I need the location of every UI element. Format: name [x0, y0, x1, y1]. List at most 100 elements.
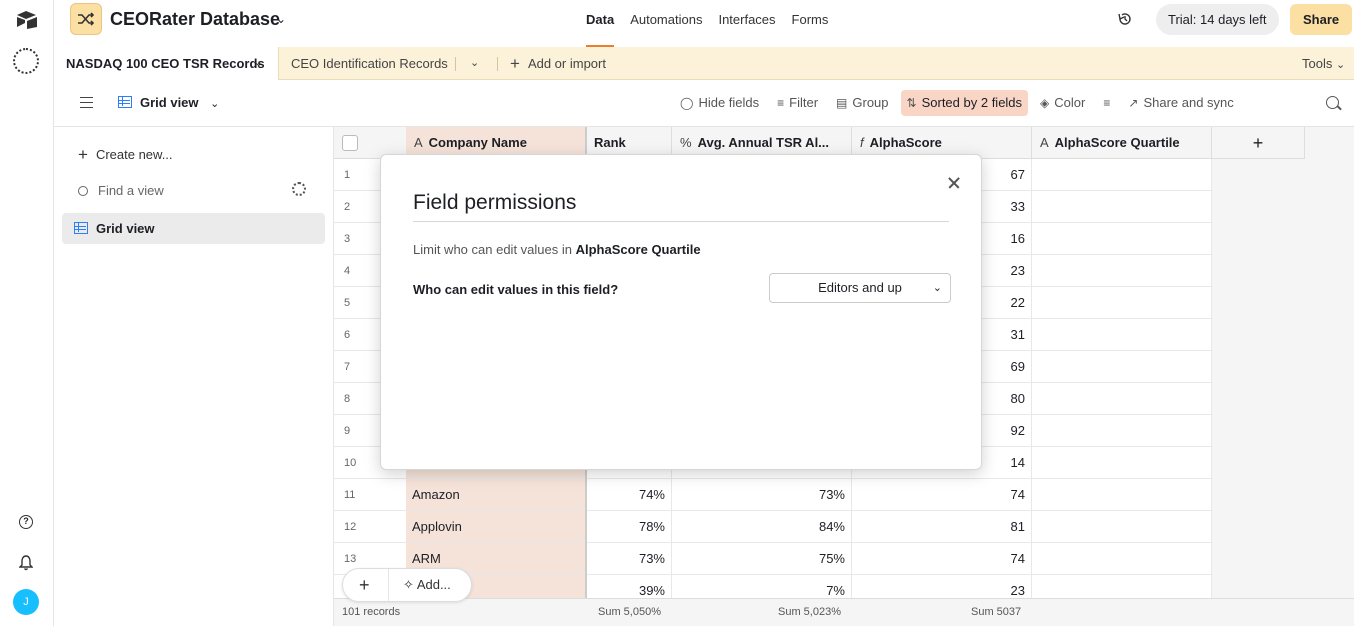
cell-rank[interactable]: 73%	[586, 543, 672, 575]
cell-quartile[interactable]	[1032, 543, 1212, 575]
tools-menu[interactable]: Tools ⌄	[1302, 47, 1345, 82]
bell-icon[interactable]	[19, 555, 33, 571]
sum-rank[interactable]: Sum 5,050%	[598, 599, 661, 625]
nav-forms[interactable]: Forms	[792, 0, 829, 47]
header-label: AlphaScore	[869, 135, 942, 150]
cell-quartile[interactable]	[1032, 223, 1212, 255]
cell-quartile[interactable]	[1032, 287, 1212, 319]
add-record-button[interactable]: +	[359, 569, 370, 601]
percent-icon: %	[680, 135, 692, 150]
divider	[455, 57, 456, 71]
cell-quartile[interactable]	[1032, 191, 1212, 223]
avatar[interactable]: J	[13, 589, 39, 615]
row-number[interactable]: 11	[334, 479, 406, 511]
cell-alphascore[interactable]: 74	[852, 479, 1032, 511]
tools-label: Tools	[1302, 56, 1333, 71]
sort-button[interactable]: ⇅ Sorted by 2 fields	[900, 90, 1029, 116]
cell-quartile[interactable]	[1032, 479, 1212, 511]
table-row[interactable]: 11 Amazon 74% 73% 74	[334, 479, 1212, 511]
nav-interfaces[interactable]: Interfaces	[718, 0, 775, 47]
row-number[interactable]: 12	[334, 511, 406, 543]
select-all-checkbox[interactable]	[342, 135, 358, 151]
filter-button[interactable]: ≡ Filter	[771, 90, 824, 116]
text-field-icon: A	[414, 135, 423, 150]
add-or-import-button[interactable]: + Add or import	[510, 47, 606, 80]
shuffle-icon	[78, 12, 95, 26]
sum-tsr[interactable]: Sum 5,023%	[778, 599, 841, 625]
chevron-down-icon[interactable]: ⌄	[254, 47, 263, 80]
history-icon[interactable]	[1117, 11, 1133, 27]
add-field-button[interactable]: +	[1212, 127, 1305, 159]
help-icon[interactable]: ?	[19, 515, 33, 529]
cell-company[interactable]: Amazon	[406, 479, 586, 511]
chevron-down-icon[interactable]: ⌄	[470, 47, 479, 80]
view-bar: Grid view ⌄ ◯ Hide fields ≡ Filter ▤ Group …	[54, 80, 1354, 127]
cell-tsr[interactable]: 84%	[672, 511, 852, 543]
cell-quartile[interactable]	[1032, 511, 1212, 543]
add-or-import-label: Add or import	[527, 56, 606, 71]
cell-rank[interactable]: 74%	[586, 479, 672, 511]
sort-icon: ⇅	[906, 96, 917, 110]
cell-rank[interactable]: 78%	[586, 511, 672, 543]
workspace-icon[interactable]	[13, 48, 39, 74]
base-icon[interactable]	[70, 3, 102, 35]
row-height-button[interactable]: ≡	[1097, 90, 1116, 116]
add-record-pill: + ✧ Add...	[342, 568, 472, 602]
hamburger-icon[interactable]	[80, 97, 93, 108]
group-button[interactable]: ▤ Group	[830, 90, 894, 116]
nav-data[interactable]: Data	[586, 0, 615, 47]
cell-company[interactable]: Applovin	[406, 511, 586, 543]
close-icon[interactable]	[946, 175, 962, 191]
sum-alphascore[interactable]: Sum 5037	[971, 599, 1021, 625]
find-view-placeholder: Find a view	[98, 183, 164, 198]
divider	[497, 57, 498, 71]
dialog-title: Field permissions	[413, 191, 577, 214]
nav-automations[interactable]: Automations	[630, 0, 702, 47]
cell-quartile[interactable]	[1032, 415, 1212, 447]
cell-alphascore[interactable]: 81	[852, 511, 1032, 543]
cell-tsr[interactable]: 75%	[672, 543, 852, 575]
tab-ceo-identification[interactable]: CEO Identification Records	[291, 47, 448, 80]
header-label: Company Name	[428, 135, 527, 150]
permission-question: Who can edit values in this field?	[413, 282, 619, 297]
cell-quartile[interactable]	[1032, 319, 1212, 351]
cell-quartile[interactable]	[1032, 447, 1212, 479]
filter-icon: ≡	[777, 96, 785, 110]
table-row[interactable]: 12 Applovin 78% 84% 81	[334, 511, 1212, 543]
cell-tsr[interactable]: 73%	[672, 479, 852, 511]
select-value: Editors and up	[818, 280, 902, 295]
cell-alphascore[interactable]: 74	[852, 543, 1032, 575]
plus-icon: +	[510, 54, 520, 73]
tab-nasdaq-records[interactable]: NASDAQ 100 CEO TSR Records ⌄	[54, 47, 279, 81]
column-header-quartile[interactable]: A AlphaScore Quartile	[1032, 127, 1212, 159]
permission-select[interactable]: Editors and up ⌄	[769, 273, 951, 303]
cell-quartile[interactable]	[1032, 383, 1212, 415]
chevron-down-icon: ⌄	[932, 282, 942, 294]
cell-quartile[interactable]	[1032, 255, 1212, 287]
base-name[interactable]: CEORater Database	[110, 9, 280, 30]
gear-icon[interactable]	[292, 182, 306, 196]
add-label: Add...	[416, 577, 451, 592]
share-button[interactable]: Share	[1290, 4, 1353, 35]
chevron-down-icon[interactable]: ⌄	[276, 12, 286, 26]
sidebar-item-grid-view[interactable]: Grid view	[62, 213, 325, 244]
airtable-logo-icon[interactable]	[15, 10, 39, 30]
cell-quartile[interactable]	[1032, 351, 1212, 383]
filter-label: Filter	[789, 95, 819, 110]
search-icon[interactable]	[1326, 96, 1339, 109]
share-sync-button[interactable]: ↗ Share and sync	[1122, 90, 1239, 116]
create-view-button[interactable]: + Create new...	[78, 145, 173, 165]
cell-quartile[interactable]	[1032, 159, 1212, 191]
color-button[interactable]: ◈ Color	[1034, 90, 1091, 116]
header-label: Rank	[594, 135, 626, 150]
search-icon	[78, 186, 88, 196]
header-label: AlphaScore Quartile	[1054, 135, 1180, 150]
description-prefix: Limit who can edit values in	[413, 242, 576, 257]
hide-fields-button[interactable]: ◯ Hide fields	[674, 90, 765, 116]
view-switcher[interactable]: Grid view ⌄	[118, 80, 219, 127]
add-with-ai-button[interactable]: ✧ Add...	[403, 569, 451, 601]
trial-badge[interactable]: Trial: 14 days left	[1156, 4, 1279, 35]
table-row[interactable]: 13 ARM 73% 75% 74	[334, 543, 1212, 575]
chevron-down-icon: ⌄	[1335, 59, 1346, 71]
find-view-input[interactable]: Find a view	[78, 183, 164, 198]
